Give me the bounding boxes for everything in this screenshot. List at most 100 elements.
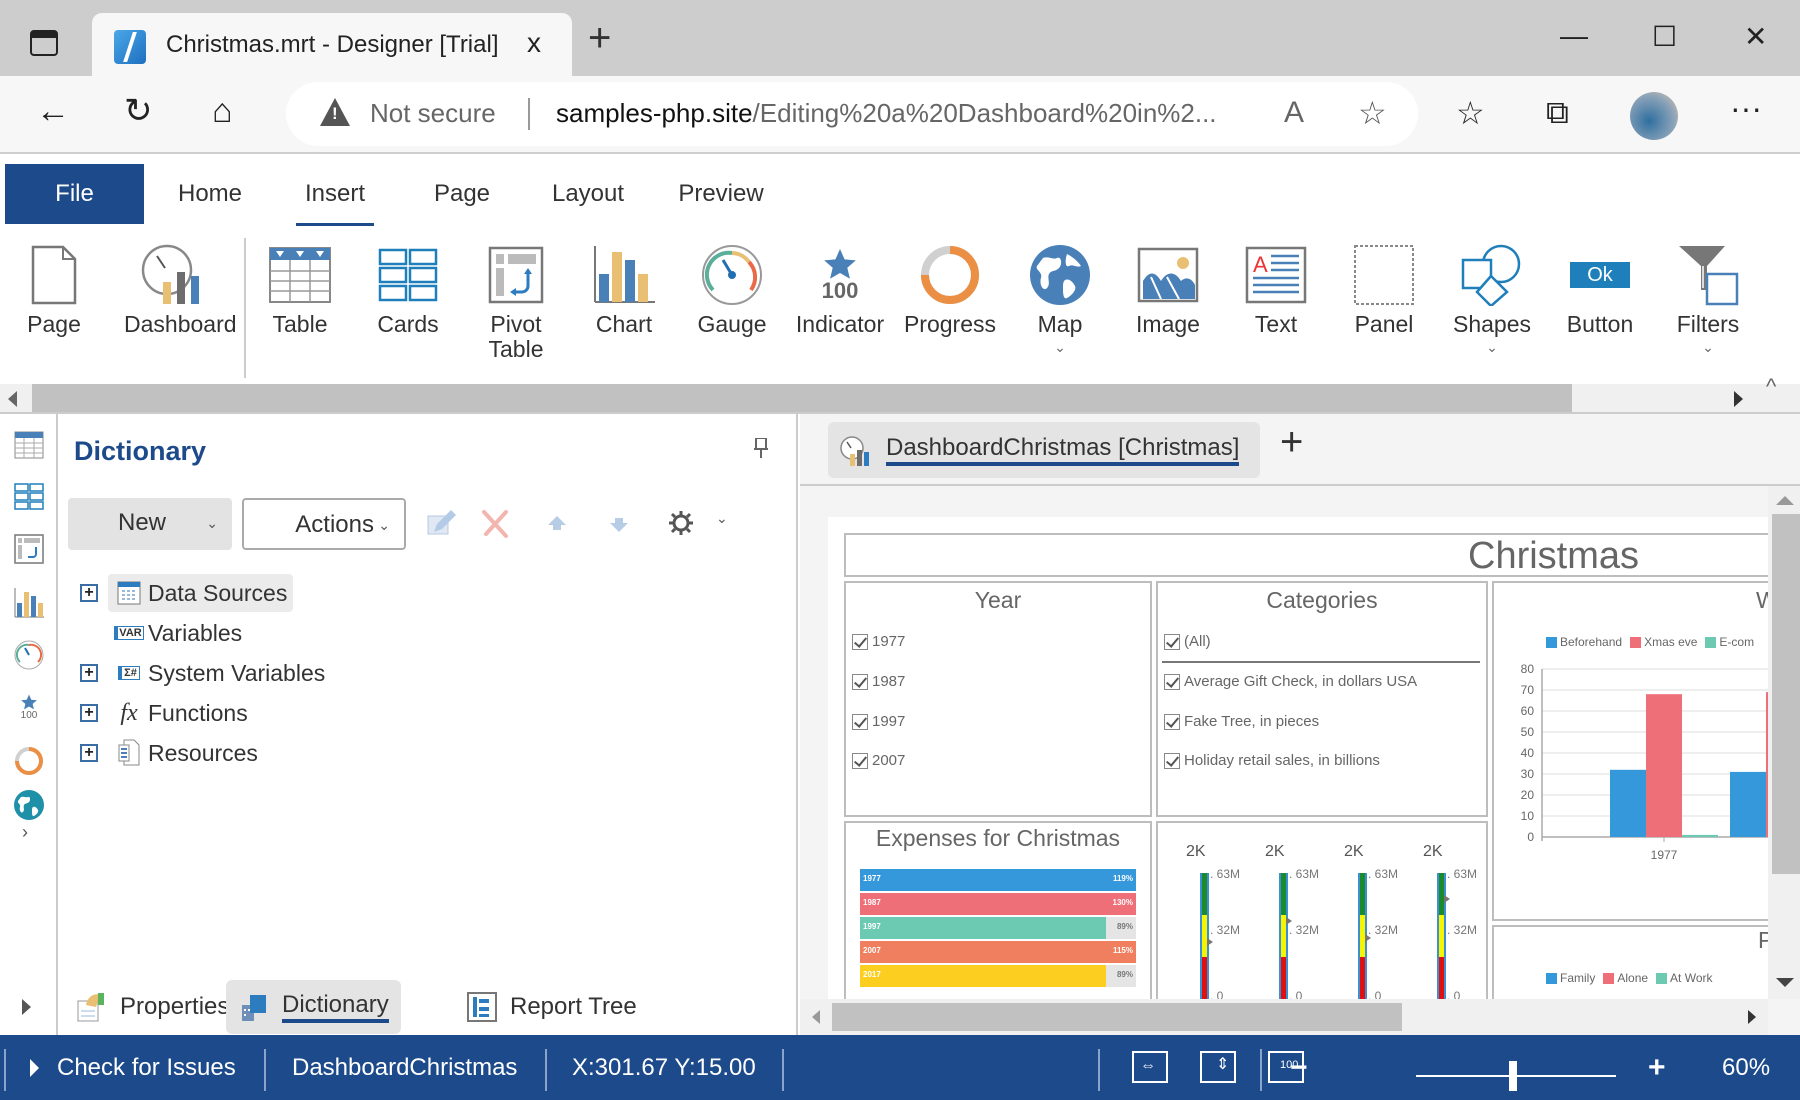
more-components-chevron-icon[interactable]: › (22, 822, 28, 843)
map-icon[interactable] (12, 788, 46, 822)
edit-icon[interactable] (426, 508, 456, 538)
add-page-button[interactable]: + (1280, 420, 1303, 465)
browser-tab[interactable]: Christmas.mrt - Designer [Trial] x (92, 13, 572, 76)
tree-node[interactable]: Resources (108, 734, 264, 772)
map-dropdown-chevron-icon[interactable]: ⌄ (1010, 339, 1110, 356)
year-checkbox[interactable]: 1987 (852, 673, 905, 690)
filters-dropdown-chevron-icon[interactable]: ⌄ (1658, 339, 1758, 356)
collections-icon[interactable]: ⧉ (1546, 94, 1569, 132)
category-checkbox[interactable]: Average Gift Check, in dollars USA (1164, 673, 1417, 690)
window-close-button[interactable]: ✕ (1744, 20, 1767, 53)
favorites-add-icon[interactable]: ☆ (1358, 94, 1387, 132)
scroll-right-icon[interactable] (1734, 391, 1743, 407)
tree-node[interactable]: fx Functions (108, 694, 254, 732)
tree-item-system-variables[interactable]: + Σ# System Variables (58, 654, 458, 692)
tab-layout[interactable]: Layout (540, 164, 636, 224)
insert-button-button[interactable]: Ok Button (1550, 240, 1650, 337)
minimize-button[interactable]: — (1560, 20, 1588, 52)
zoom-slider-thumb[interactable] (1509, 1061, 1518, 1091)
zoom-in-button[interactable]: + (1648, 1035, 1666, 1100)
scroll-down-icon[interactable] (1776, 978, 1794, 987)
address-bar[interactable]: Not secure samples-php.site/Editing%20a%… (286, 82, 1418, 146)
insert-image-button[interactable]: Image (1118, 240, 1218, 337)
categories-filter-panel[interactable]: Categories (All) Average Gift Check, in … (1156, 581, 1488, 817)
tab-page[interactable]: Page (420, 164, 504, 224)
gear-icon[interactable] (666, 508, 696, 538)
check-for-issues-button[interactable]: Check for Issues (30, 1035, 236, 1100)
close-tab-icon[interactable]: x (527, 27, 541, 59)
scroll-left-icon[interactable] (812, 1010, 820, 1024)
scrollbar-thumb[interactable] (1772, 514, 1800, 874)
insert-gauge-button[interactable]: Gauge (682, 240, 782, 337)
new-dropdown-button[interactable]: New ⌄ (68, 498, 232, 550)
fit-page-height-icon[interactable]: ⇕ (1200, 1051, 1236, 1083)
tree-node[interactable]: Data Sources (108, 574, 294, 612)
category-checkbox[interactable]: Fake Tree, in pieces (1164, 713, 1319, 730)
tab-home[interactable]: Home (160, 164, 260, 224)
indicator-icon[interactable]: 100 (12, 690, 46, 724)
expenses-progress-panel[interactable]: Expenses for Christmas 1977 119% 1987 130% 1… (844, 821, 1152, 1007)
ribbon-horizontal-scrollbar[interactable] (0, 384, 1800, 414)
new-tab-button[interactable]: + (588, 18, 611, 58)
expand-panel-icon[interactable] (22, 999, 31, 1015)
tree-node[interactable]: Σ# System Variables (108, 654, 331, 692)
fit-page-width-icon[interactable]: ⇔ (1132, 1051, 1168, 1083)
tree-item-functions[interactable]: + fx Functions (58, 694, 458, 732)
actions-dropdown-button[interactable]: Actions ⌄ (242, 498, 406, 550)
sidebar-toggle-icon[interactable] (30, 30, 58, 56)
expand-icon[interactable]: + (80, 744, 98, 762)
insert-shapes-button[interactable]: Shapes ⌄ (1442, 240, 1542, 356)
insert-filters-button[interactable]: Filters ⌄ (1658, 240, 1758, 356)
profile-avatar[interactable] (1630, 92, 1678, 140)
pivot-table-icon[interactable] (12, 532, 46, 566)
tab-report-tree[interactable]: Report Tree (454, 980, 649, 1034)
pie-chart-panel[interactable]: P Family Alone At Work (1492, 925, 1768, 1007)
chart-icon[interactable] (12, 586, 46, 620)
settings-chevron-icon[interactable]: ⌄ (716, 510, 728, 527)
tab-preview[interactable]: Preview (666, 164, 776, 224)
tab-file[interactable]: File (5, 164, 144, 224)
scroll-left-icon[interactable] (8, 391, 17, 407)
expand-icon[interactable]: + (80, 704, 98, 722)
insert-text-button[interactable]: A Text (1226, 240, 1326, 337)
move-up-icon[interactable] (542, 508, 572, 538)
insert-dashboard-button[interactable]: Dashboard (124, 240, 237, 337)
progress-icon[interactable] (12, 744, 46, 778)
scroll-up-icon[interactable] (1776, 496, 1794, 505)
scrollbar-thumb[interactable] (32, 384, 1572, 412)
more-icon[interactable]: ··· (1730, 90, 1762, 127)
insert-progress-button[interactable]: Progress (900, 240, 1000, 337)
tab-dictionary[interactable]: Dictionary (226, 980, 401, 1034)
year-checkbox[interactable]: 1997 (852, 713, 905, 730)
insert-chart-button[interactable]: Chart (574, 240, 674, 337)
dashboard-canvas[interactable]: Christmas Year 1977 1987 1997 2007 Categ… (828, 517, 1768, 1007)
collapse-ribbon-icon[interactable]: ^ (1766, 374, 1776, 400)
bar-chart-panel[interactable]: W Beforehand Xmas eve E-com 010203040506… (1492, 581, 1768, 921)
back-button[interactable]: ← (36, 94, 70, 128)
insert-indicator-button[interactable]: 100 Indicator (790, 240, 890, 337)
zoom-out-button[interactable]: − (1290, 1035, 1308, 1100)
category-checkbox[interactable]: Holiday retail sales, in billions (1164, 752, 1380, 769)
tree-item-resources[interactable]: + Resources (58, 734, 458, 772)
gauge-icon[interactable] (12, 638, 46, 672)
dashboard-title-panel[interactable]: Christmas (844, 533, 1768, 577)
gauges-panel[interactable]: 2K. 63M. 32M. 0 2K. 63M. 32M. 0 2K. 63M. 3… (1156, 821, 1488, 1007)
tree-item-variables[interactable]: VAR Variables (58, 614, 458, 652)
page-tab[interactable]: DashboardChristmas [Christmas] (828, 422, 1260, 478)
tree-node[interactable]: VAR Variables (108, 614, 248, 652)
insert-table-button[interactable]: Table (250, 240, 350, 337)
tree-item-data-sources[interactable]: + Data Sources (58, 574, 458, 612)
vertical-scrollbar[interactable] (1768, 486, 1800, 999)
shapes-dropdown-chevron-icon[interactable]: ⌄ (1442, 339, 1542, 356)
url-text[interactable]: samples-php.site/Editing%20a%20Dashboard… (556, 98, 1217, 129)
security-label[interactable]: Not secure (370, 98, 496, 129)
expand-icon[interactable]: + (80, 664, 98, 682)
insert-map-button[interactable]: Map ⌄ (1010, 240, 1110, 356)
table-icon[interactable] (12, 428, 46, 462)
move-down-icon[interactable] (604, 508, 634, 538)
cards-icon[interactable] (12, 480, 46, 514)
year-filter-panel[interactable]: Year 1977 1987 1997 2007 (844, 581, 1152, 817)
all-checkbox[interactable]: (All) (1164, 633, 1211, 650)
pin-icon[interactable] (754, 438, 768, 458)
horizontal-scrollbar[interactable] (800, 999, 1768, 1035)
